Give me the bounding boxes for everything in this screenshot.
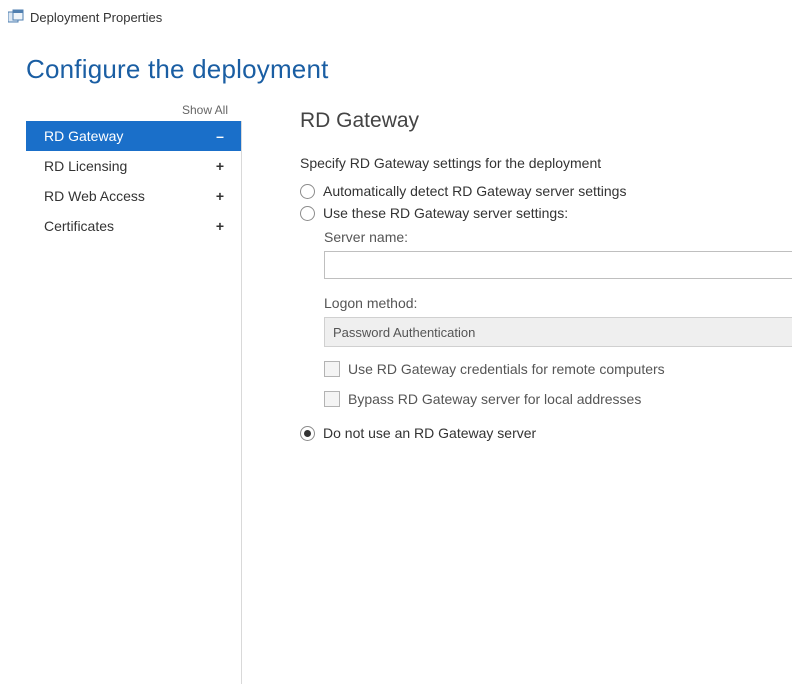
radio-icon — [300, 426, 315, 441]
sidebar-item-rd-licensing[interactable]: RD Licensing — [26, 151, 241, 181]
logon-method-dropdown[interactable]: Password Authentication — [324, 317, 792, 347]
radio-label: Use these RD Gateway server settings: — [323, 205, 568, 221]
logon-method-label: Logon method: — [324, 295, 792, 311]
expand-icon — [213, 188, 227, 204]
sidebar-navlist: RD Gateway RD Licensing RD Web Access Ce… — [26, 121, 242, 241]
option-auto-detect[interactable]: Automatically detect RD Gateway server s… — [300, 183, 792, 199]
page-header: Configure the deployment — [0, 30, 792, 95]
sidebar: Show All RD Gateway RD Licensing RD Web … — [26, 101, 242, 661]
panel-heading: RD Gateway — [300, 109, 792, 133]
window-titlebar: Deployment Properties — [0, 0, 792, 30]
expand-icon — [213, 218, 227, 234]
window-title: Deployment Properties — [30, 10, 162, 25]
checkbox-icon — [324, 361, 340, 377]
radio-label: Do not use an RD Gateway server — [323, 425, 536, 441]
checkbox-icon — [324, 391, 340, 407]
show-all-link[interactable]: Show All — [26, 101, 242, 121]
sidebar-item-rd-gateway[interactable]: RD Gateway — [26, 121, 241, 151]
radio-label: Automatically detect RD Gateway server s… — [323, 183, 626, 199]
deployment-properties-icon — [8, 9, 24, 25]
checkbox-bypass-local[interactable]: Bypass RD Gateway server for local addre… — [324, 391, 792, 407]
server-name-label: Server name: — [324, 229, 792, 245]
page-title: Configure the deployment — [26, 54, 766, 85]
content-panel: RD Gateway Specify RD Gateway settings f… — [242, 101, 792, 661]
workarea: Show All RD Gateway RD Licensing RD Web … — [0, 95, 792, 661]
server-name-input[interactable] — [324, 251, 792, 279]
sidebar-item-label: RD Gateway — [44, 128, 123, 144]
sidebar-item-rd-web-access[interactable]: RD Web Access — [26, 181, 241, 211]
checkbox-label: Bypass RD Gateway server for local addre… — [348, 391, 641, 407]
radio-icon — [300, 184, 315, 199]
sidebar-item-label: RD Licensing — [44, 158, 127, 174]
sidebar-item-label: RD Web Access — [44, 188, 145, 204]
expand-icon — [213, 158, 227, 174]
checkbox-use-credentials[interactable]: Use RD Gateway credentials for remote co… — [324, 361, 792, 377]
radio-icon — [300, 206, 315, 221]
checkbox-label: Use RD Gateway credentials for remote co… — [348, 361, 665, 377]
logon-method-selected-value: Password Authentication — [333, 325, 475, 340]
panel-lead-text: Specify RD Gateway settings for the depl… — [300, 155, 792, 171]
option-do-not-use-gateway[interactable]: Do not use an RD Gateway server — [300, 425, 792, 441]
sidebar-item-certificates[interactable]: Certificates — [26, 211, 241, 241]
sidebar-item-label: Certificates — [44, 218, 114, 234]
use-these-settings-subpanel: Server name: Logon method: Password Auth… — [324, 229, 792, 407]
collapse-icon — [213, 128, 227, 144]
option-use-these-settings[interactable]: Use these RD Gateway server settings: — [300, 205, 792, 221]
